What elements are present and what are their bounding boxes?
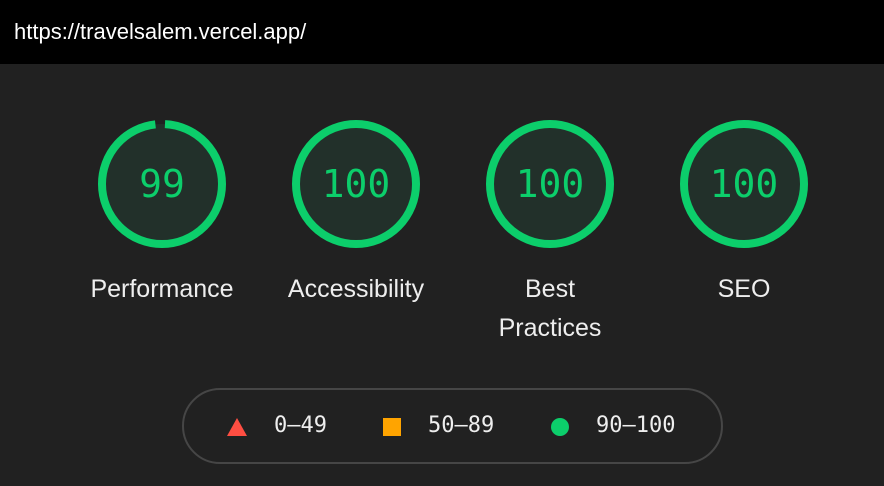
gauge-best-practices[interactable]: 100 Best Practices bbox=[470, 118, 630, 348]
score-value-accessibility: 100 bbox=[321, 162, 391, 206]
gauge-performance[interactable]: 99 Performance bbox=[82, 118, 242, 309]
score-legend: 0–49 50–89 90–100 bbox=[182, 388, 723, 464]
gauge-label-performance: Performance bbox=[90, 275, 234, 303]
score-value-performance: 99 bbox=[139, 162, 185, 206]
gauge-label-best-practices: Best Practices bbox=[498, 275, 602, 342]
legend-range-fail: 0–49 bbox=[274, 413, 327, 438]
circle-icon bbox=[551, 418, 569, 436]
triangle-icon bbox=[227, 418, 247, 436]
score-gauges: 99 Performance 100 Accessibility 100 Bes… bbox=[0, 0, 884, 380]
square-icon bbox=[383, 418, 401, 436]
gauge-label-seo: SEO bbox=[717, 275, 771, 303]
score-value-best-practices: 100 bbox=[515, 162, 585, 206]
score-value-seo: 100 bbox=[709, 162, 779, 206]
gauge-seo[interactable]: 100 SEO bbox=[664, 118, 824, 309]
gauge-label-accessibility: Accessibility bbox=[287, 275, 425, 303]
legend-range-average: 50–89 bbox=[428, 413, 495, 438]
gauge-accessibility[interactable]: 100 Accessibility bbox=[276, 118, 436, 309]
legend-range-pass: 90–100 bbox=[596, 413, 676, 438]
